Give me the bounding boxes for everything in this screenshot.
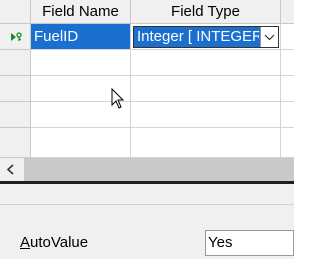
filler-cell bbox=[281, 24, 294, 50]
field-properties-panel: AutoValue Yes bbox=[0, 184, 294, 259]
row-header-2[interactable] bbox=[0, 50, 31, 76]
scroll-thumb[interactable] bbox=[24, 158, 294, 181]
autovalue-select[interactable]: Yes bbox=[205, 230, 294, 256]
filler-cell bbox=[281, 50, 294, 76]
row-header-5[interactable] bbox=[0, 128, 31, 158]
grid-corner bbox=[0, 0, 31, 24]
field-type-cell[interactable] bbox=[131, 50, 281, 76]
panel-divider bbox=[0, 204, 294, 205]
field-type-value: Integer [ INTEGER ] bbox=[137, 28, 259, 45]
field-name-cell[interactable] bbox=[31, 128, 131, 158]
field-type-cell[interactable] bbox=[131, 102, 281, 128]
column-header-field-type[interactable]: Field Type bbox=[131, 0, 281, 24]
filler-cell bbox=[281, 128, 294, 158]
field-type-cell[interactable] bbox=[131, 128, 281, 158]
autovalue-label-rest: utoValue bbox=[30, 234, 89, 251]
chevron-down-icon bbox=[264, 34, 275, 41]
autovalue-accelerator: A bbox=[20, 234, 31, 251]
table-design-grid: Field Name Field Type FuelID Integer [ I… bbox=[0, 0, 294, 158]
column-header-field-name[interactable]: Field Name bbox=[31, 0, 131, 24]
filler-cell bbox=[281, 76, 294, 102]
dropdown-button[interactable] bbox=[260, 27, 278, 47]
mouse-pointer-icon bbox=[111, 88, 125, 109]
field-type-cell[interactable] bbox=[131, 76, 281, 102]
field-name-cell[interactable]: FuelID bbox=[31, 24, 131, 50]
row-header-3[interactable] bbox=[0, 76, 31, 102]
filler-cell bbox=[281, 102, 294, 128]
horizontal-scrollbar[interactable] bbox=[0, 158, 294, 181]
column-header-filler bbox=[281, 0, 294, 24]
chevron-left-icon bbox=[6, 164, 14, 175]
scroll-left-button[interactable] bbox=[0, 158, 24, 181]
row-header-4[interactable] bbox=[0, 102, 31, 128]
field-type-dropdown[interactable]: Integer [ INTEGER ] bbox=[133, 26, 279, 48]
field-name-cell[interactable] bbox=[31, 50, 131, 76]
row-header-1[interactable] bbox=[0, 24, 31, 50]
primary-key-icon bbox=[11, 32, 22, 41]
autovalue-label: AutoValue bbox=[20, 233, 88, 253]
